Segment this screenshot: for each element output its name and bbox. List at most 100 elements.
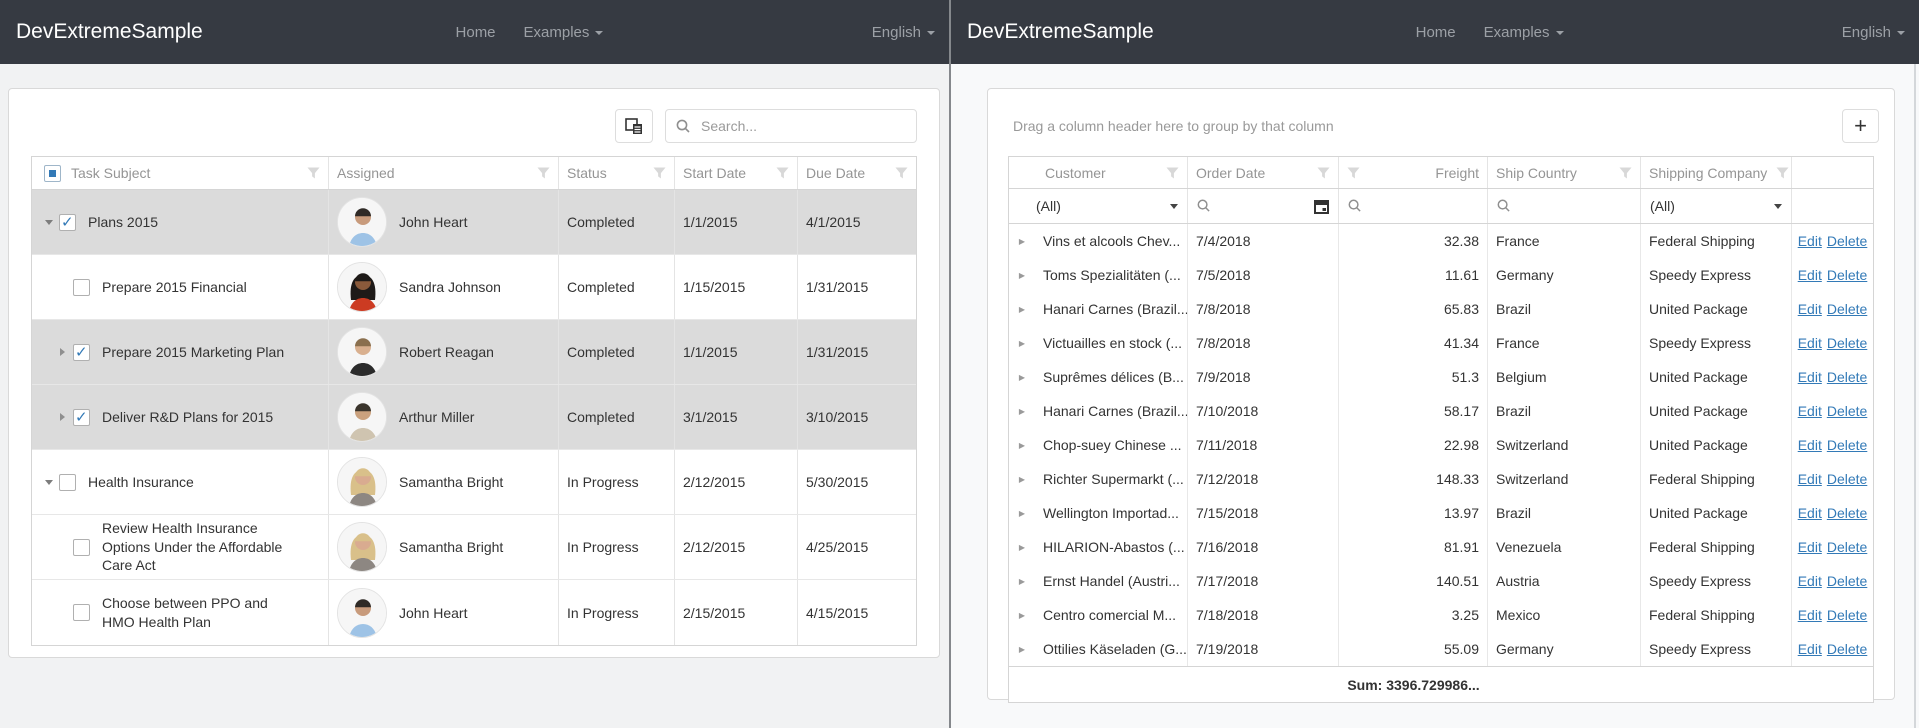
- delete-link[interactable]: Delete: [1827, 641, 1867, 657]
- avatar: [337, 392, 387, 442]
- delete-link[interactable]: Delete: [1827, 403, 1867, 419]
- treelist-row[interactable]: Plans 2015 John Heart Completed 1/1/2015…: [32, 190, 916, 255]
- treelist-row[interactable]: Deliver R&D Plans for 2015 Arthur Miller…: [32, 385, 916, 450]
- calendar-icon[interactable]: [1314, 199, 1329, 214]
- filter-icon[interactable]: [307, 167, 320, 179]
- status-cell: In Progress: [559, 580, 675, 645]
- filter-icon[interactable]: [895, 167, 908, 179]
- header-due-date[interactable]: Due Date: [798, 157, 916, 189]
- expand-icon[interactable]: ▶: [1019, 509, 1025, 518]
- filter-icon[interactable]: [1776, 167, 1789, 179]
- filter-customer-select[interactable]: (All): [1009, 189, 1188, 223]
- filter-icon[interactable]: [1166, 167, 1179, 179]
- filter-icon[interactable]: [1317, 167, 1330, 179]
- expand-icon[interactable]: ▶: [1019, 339, 1025, 348]
- select-all-checkbox[interactable]: [44, 165, 61, 182]
- delete-link[interactable]: Delete: [1827, 437, 1867, 453]
- header-freight[interactable]: Freight: [1339, 157, 1488, 188]
- row-checkbox[interactable]: [73, 539, 90, 556]
- row-checkbox[interactable]: [73, 604, 90, 621]
- row-checkbox[interactable]: [59, 474, 76, 491]
- row-checkbox[interactable]: [73, 344, 90, 361]
- delete-link[interactable]: Delete: [1827, 607, 1867, 623]
- expand-icon[interactable]: ▶: [1019, 407, 1025, 416]
- header-assigned[interactable]: Assigned: [329, 157, 559, 189]
- row-checkbox[interactable]: [73, 279, 90, 296]
- edit-link[interactable]: Edit: [1798, 607, 1822, 623]
- edit-link[interactable]: Edit: [1798, 641, 1822, 657]
- filter-icon[interactable]: [776, 167, 789, 179]
- nav-examples[interactable]: Examples: [524, 24, 604, 41]
- collapse-icon[interactable]: [42, 480, 55, 485]
- filter-freight[interactable]: [1339, 189, 1488, 223]
- edit-link[interactable]: Edit: [1798, 573, 1822, 589]
- delete-link[interactable]: Delete: [1827, 233, 1867, 249]
- expand-icon[interactable]: ▶: [1019, 441, 1025, 450]
- header-start-date[interactable]: Start Date: [675, 157, 798, 189]
- header-order-date[interactable]: Order Date: [1188, 157, 1339, 188]
- treelist-row[interactable]: Prepare 2015 Marketing Plan Robert Reaga…: [32, 320, 916, 385]
- edit-link[interactable]: Edit: [1798, 539, 1822, 555]
- language-dropdown[interactable]: English: [872, 24, 935, 41]
- treelist-row[interactable]: Prepare 2015 Financial Sandra Johnson Co…: [32, 255, 916, 320]
- header-ship-country[interactable]: Ship Country: [1488, 157, 1641, 188]
- expand-icon[interactable]: ▶: [1019, 373, 1025, 382]
- collapse-icon[interactable]: [42, 220, 55, 225]
- expand-icon[interactable]: ▶: [1019, 645, 1025, 654]
- delete-link[interactable]: Delete: [1827, 573, 1867, 589]
- expand-icon[interactable]: ▶: [1019, 577, 1025, 586]
- treelist-row[interactable]: Review Health Insurance Options Under th…: [32, 515, 916, 580]
- filter-icon[interactable]: [1619, 167, 1632, 179]
- delete-link[interactable]: Delete: [1827, 301, 1867, 317]
- expand-icon[interactable]: ▶: [1019, 543, 1025, 552]
- filter-order-date[interactable]: [1188, 189, 1339, 223]
- row-checkbox[interactable]: [59, 214, 76, 231]
- column-chooser-button[interactable]: [615, 109, 653, 143]
- expand-icon[interactable]: ▶: [1019, 611, 1025, 620]
- edit-link[interactable]: Edit: [1798, 403, 1822, 419]
- treelist-card: Task Subject Assigned Status Start Date …: [8, 88, 940, 658]
- expand-icon[interactable]: [56, 348, 69, 356]
- edit-link[interactable]: Edit: [1798, 437, 1822, 453]
- treelist-row[interactable]: Health Insurance Samantha Bright In Prog…: [32, 450, 916, 515]
- edit-link[interactable]: Edit: [1798, 233, 1822, 249]
- search-input[interactable]: [699, 117, 906, 135]
- nav-home[interactable]: Home: [1416, 24, 1456, 41]
- nav-examples[interactable]: Examples: [1484, 24, 1564, 41]
- edit-link[interactable]: Edit: [1798, 505, 1822, 521]
- edit-link[interactable]: Edit: [1798, 369, 1822, 385]
- nav-home[interactable]: Home: [456, 24, 496, 41]
- add-row-button[interactable]: +: [1842, 109, 1879, 143]
- delete-link[interactable]: Delete: [1827, 369, 1867, 385]
- edit-link[interactable]: Edit: [1798, 267, 1822, 283]
- datagrid-grid: Customer Order Date Freight Ship Country…: [1008, 156, 1874, 703]
- filter-icon[interactable]: [537, 167, 550, 179]
- order-date-cell: 7/8/2018: [1188, 326, 1339, 360]
- filter-icon[interactable]: [1347, 167, 1360, 179]
- expand-icon[interactable]: ▶: [1019, 475, 1025, 484]
- expand-icon[interactable]: ▶: [1019, 305, 1025, 314]
- delete-link[interactable]: Delete: [1827, 539, 1867, 555]
- row-checkbox[interactable]: [73, 409, 90, 426]
- header-shipping-company[interactable]: Shipping Company: [1641, 157, 1792, 188]
- delete-link[interactable]: Delete: [1827, 505, 1867, 521]
- expand-icon[interactable]: ▶: [1019, 271, 1025, 280]
- edit-link[interactable]: Edit: [1798, 335, 1822, 351]
- language-dropdown[interactable]: English: [1842, 24, 1905, 41]
- filter-shipping-company-select[interactable]: (All): [1641, 189, 1792, 223]
- delete-link[interactable]: Delete: [1827, 267, 1867, 283]
- filter-ship-country[interactable]: [1488, 189, 1641, 223]
- edit-link[interactable]: Edit: [1798, 301, 1822, 317]
- header-customer[interactable]: Customer: [1009, 157, 1188, 188]
- filter-icon[interactable]: [653, 167, 666, 179]
- expand-icon[interactable]: [56, 413, 69, 421]
- expand-icon[interactable]: ▶: [1019, 237, 1025, 246]
- group-panel-hint[interactable]: Drag a column header here to group by th…: [1013, 118, 1334, 134]
- header-task-subject[interactable]: Task Subject: [32, 157, 329, 189]
- scrollbar[interactable]: [1914, 64, 1916, 728]
- delete-link[interactable]: Delete: [1827, 471, 1867, 487]
- header-status[interactable]: Status: [559, 157, 675, 189]
- edit-link[interactable]: Edit: [1798, 471, 1822, 487]
- delete-link[interactable]: Delete: [1827, 335, 1867, 351]
- treelist-row[interactable]: Choose between PPO and HMO Health Plan J…: [32, 580, 916, 645]
